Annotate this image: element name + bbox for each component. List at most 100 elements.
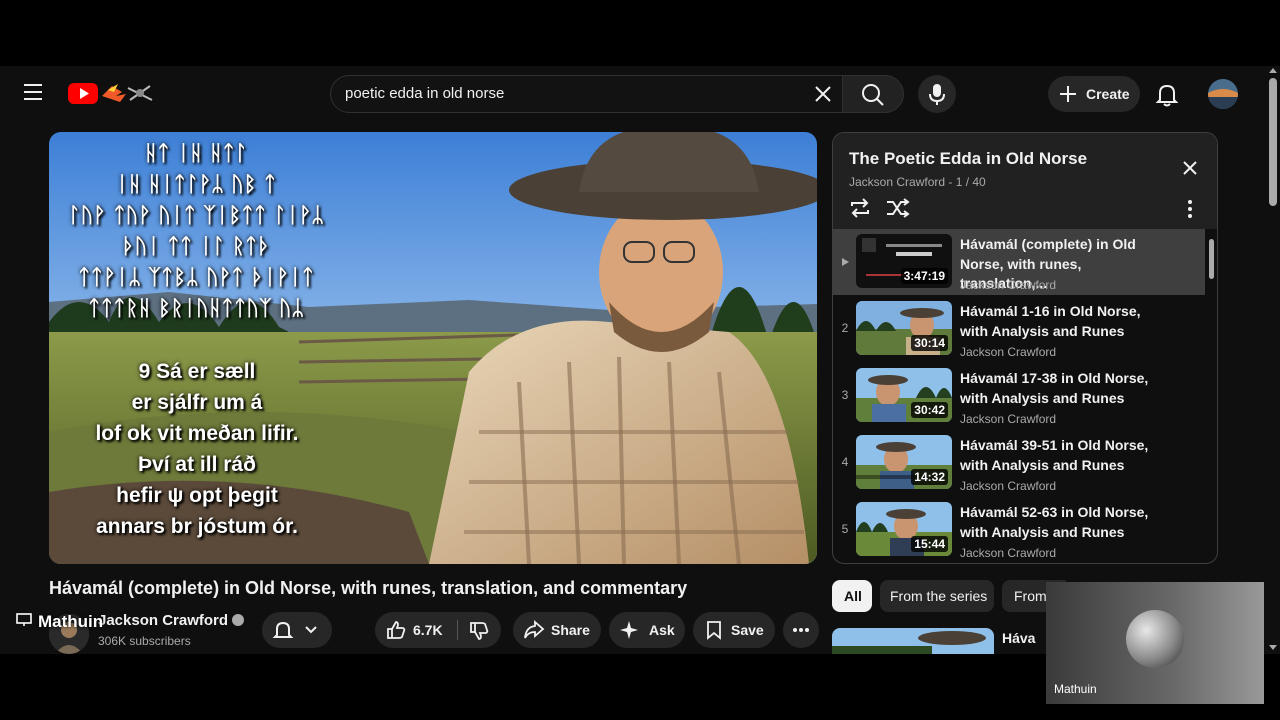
playlist-index: 3 bbox=[841, 388, 849, 402]
video-thumbnail[interactable]: 14:32 bbox=[856, 435, 952, 489]
search-input[interactable]: poetic edda in old norse bbox=[345, 85, 504, 102]
playlist-item-active[interactable]: 3:47:19 Hávamál (complete) in Old Norse,… bbox=[833, 229, 1205, 295]
subscriber-count: 306K subscribers bbox=[98, 634, 191, 648]
verse-line: 9 Sá er sæll bbox=[138, 360, 256, 383]
playlist-items: 3:47:19 Hávamál (complete) in Old Norse,… bbox=[833, 229, 1217, 563]
playlist-index: 4 bbox=[841, 455, 849, 469]
chip-label: From bbox=[1014, 588, 1047, 604]
recommended-video-title[interactable]: Háva bbox=[1002, 630, 1035, 646]
video-title: Hávamál (complete) in Old Norse, with ru… bbox=[49, 578, 688, 598]
webcam-avatar bbox=[1126, 610, 1184, 668]
video-player[interactable]: ᚺᛏ ᛁᚺ ᚺᛏᛚ ᛁᚺ ᚺᛁᛏᛚᚹᛦ ᚢᛒ ᛏ ᛚᚢᚹ ᛏᚢᚹ ᚢᛁᛏ ᛉᛁᛒ… bbox=[49, 132, 817, 564]
video-duration: 30:14 bbox=[911, 335, 948, 351]
like-button[interactable]: 6.7K bbox=[375, 612, 457, 648]
video-duration: 30:42 bbox=[911, 402, 948, 418]
top-bar: poetic edda in old norse Create bbox=[0, 66, 1266, 122]
youtube-logo[interactable] bbox=[68, 80, 160, 106]
loop-icon[interactable] bbox=[847, 197, 873, 219]
close-icon[interactable] bbox=[1179, 157, 1201, 179]
video-thumbnail[interactable]: 15:44 bbox=[856, 502, 952, 556]
recommended-video-thumbnail[interactable] bbox=[832, 628, 994, 654]
create-button[interactable]: Create bbox=[1048, 76, 1140, 112]
save-button[interactable]: Save bbox=[693, 612, 775, 648]
playlist-video-channel[interactable]: Jackson Crawford bbox=[960, 345, 1056, 359]
chip-from-the-series[interactable]: From the series bbox=[880, 580, 994, 612]
playlist-video-title[interactable]: Hávamál 52-63 in Old Norse, with Analysi… bbox=[960, 503, 1160, 542]
like-count: 6.7K bbox=[413, 622, 443, 638]
more-actions-button[interactable] bbox=[783, 612, 819, 648]
rune-line: ᚦᚢᛁ ᛏᛏ ᛁᛚ ᚱᛏᚦ bbox=[122, 234, 270, 258]
chevron-down-icon bbox=[305, 626, 317, 634]
more-horizontal-icon bbox=[793, 628, 809, 632]
playlist-video-channel[interactable]: Jackson Crawford bbox=[960, 479, 1056, 493]
rune-line: ᚺᛏ ᛁᚺ ᚺᛏᛚ bbox=[144, 141, 248, 165]
playlist-video-title[interactable]: Hávamál 17-38 in Old Norse, with Analysi… bbox=[960, 369, 1160, 408]
video-thumbnail[interactable]: 3:47:19 bbox=[856, 234, 952, 288]
more-vertical-icon[interactable] bbox=[1187, 199, 1193, 219]
microphone-icon bbox=[929, 84, 945, 105]
playlist-video-title[interactable]: Hávamál 1-16 in Old Norse, with Analysis… bbox=[960, 302, 1160, 341]
rune-line: ᛁᚺ ᚺᛁᛏᛚᚹᛦ ᚢᛒ ᛏ bbox=[115, 172, 277, 196]
webcam-overlay: Mathuin bbox=[1046, 582, 1264, 704]
shuffle-icon[interactable] bbox=[885, 197, 911, 219]
rune-line: ᛏᛏᚹᛁᛦ ᛉᛏᛒᛦ ᚢᚹᛏ ᚦᛁᚹᛁᛏ bbox=[77, 265, 315, 289]
bell-icon[interactable] bbox=[1154, 81, 1180, 107]
rune-line: ᛚᚢᚹ ᛏᚢᚹ ᚢᛁᛏ ᛉᛁᛒᛏᛏ ᛚᛁᚹᛦ bbox=[67, 203, 325, 227]
share-button[interactable]: Share bbox=[513, 612, 601, 648]
playlist-item[interactable]: 2 30:14 Hávamál 1-16 in Old Norse, with … bbox=[833, 296, 1205, 362]
microphone-button[interactable] bbox=[918, 75, 956, 113]
video-thumbnail[interactable]: 30:42 bbox=[856, 368, 952, 422]
chip-label: All bbox=[844, 588, 862, 604]
playlist-video-channel[interactable]: Jackson Crawford bbox=[960, 412, 1056, 426]
verse-line: hefir ψ opt þegit bbox=[116, 484, 278, 507]
playlist-video-channel[interactable]: Jackson Crawford bbox=[960, 546, 1056, 560]
rune-caption: ᚺᛏ ᛁᚺ ᚺᛏᛚ ᛁᚺ ᚺᛁᛏᛚᚹᛦ ᚢᛒ ᛏ ᛚᚢᚹ ᛏᚢᚹ ᚢᛁᛏ ᛉᛁᛒ… bbox=[49, 138, 343, 324]
playlist-index: 5 bbox=[841, 522, 849, 536]
rune-line: ᛏᛏᛏᚱᚺ ᛒᚱᛁᚢᚺᛏᛏᚢᛉ ᚢᛦ bbox=[87, 296, 305, 320]
channel-name[interactable]: Jackson Crawford bbox=[98, 612, 245, 629]
search-button[interactable] bbox=[842, 75, 904, 113]
playlist-scrollbar[interactable] bbox=[1207, 229, 1215, 563]
verse-line: Því at ill ráð bbox=[138, 453, 256, 476]
thumbs-down-icon bbox=[470, 622, 489, 640]
bell-icon bbox=[272, 621, 294, 638]
scrollbar-thumb[interactable] bbox=[1269, 78, 1277, 206]
chip-all[interactable]: All bbox=[832, 580, 872, 612]
video-duration: 14:32 bbox=[911, 469, 948, 485]
playlist-title[interactable]: The Poetic Edda in Old Norse bbox=[849, 149, 1087, 169]
ask-button[interactable]: Ask bbox=[609, 612, 685, 648]
scroll-down-icon[interactable] bbox=[1269, 645, 1277, 650]
verse-line: er sjálfr um á bbox=[131, 391, 263, 414]
video-thumbnail[interactable]: 30:14 bbox=[856, 301, 952, 355]
verse-caption: 9 Sá er sæll er sjálfr um á lof ok vit m… bbox=[89, 356, 305, 542]
close-icon[interactable] bbox=[812, 83, 834, 105]
playlist-video-channel[interactable]: Jackson Crawford bbox=[960, 278, 1056, 292]
dislike-button[interactable] bbox=[458, 612, 501, 648]
playlist-item[interactable]: 3 30:42 Hávamál 17-38 in Old Norse, with… bbox=[833, 363, 1205, 429]
search-box[interactable]: poetic edda in old norse bbox=[330, 75, 842, 113]
filter-chips: All From the series From bbox=[832, 580, 1066, 612]
menu-icon[interactable] bbox=[24, 84, 44, 100]
playlist-scrollbar-thumb[interactable] bbox=[1209, 239, 1214, 279]
plus-icon bbox=[1060, 86, 1076, 102]
playlist-index: 2 bbox=[841, 321, 849, 335]
search-icon bbox=[862, 84, 884, 106]
playlist-panel: The Poetic Edda in Old Norse Jackson Cra… bbox=[832, 132, 1218, 564]
bookmark-icon bbox=[707, 621, 721, 640]
scroll-up-icon[interactable] bbox=[1269, 68, 1277, 73]
playlist-item[interactable]: 4 14:32 Hávamál 39-51 in Old Norse, with… bbox=[833, 430, 1205, 496]
playlist-item[interactable]: 5 15:44 Hávamál 52-63 in Old Norse, with… bbox=[833, 497, 1205, 563]
notification-bell-button[interactable] bbox=[262, 612, 332, 648]
sparkle-icon bbox=[620, 621, 638, 639]
playlist-header: The Poetic Edda in Old Norse Jackson Cra… bbox=[833, 133, 1217, 229]
video-duration: 3:47:19 bbox=[900, 268, 948, 284]
youtube-app: poetic edda in old norse Create ᚺᛏ ᛁᚺ ᚺᛏ… bbox=[0, 66, 1280, 654]
playlist-subtitle: Jackson Crawford - 1 / 40 bbox=[849, 175, 986, 189]
playlist-video-title[interactable]: Hávamál 39-51 in Old Norse, with Analysi… bbox=[960, 436, 1160, 475]
presentation-icon bbox=[16, 613, 32, 627]
now-playing-icon bbox=[842, 258, 849, 266]
account-avatar[interactable] bbox=[1208, 79, 1238, 109]
channel-name-label: Jackson Crawford bbox=[98, 612, 229, 629]
page-scrollbar[interactable] bbox=[1266, 66, 1280, 654]
webcam-name: Mathuin bbox=[1054, 682, 1097, 696]
